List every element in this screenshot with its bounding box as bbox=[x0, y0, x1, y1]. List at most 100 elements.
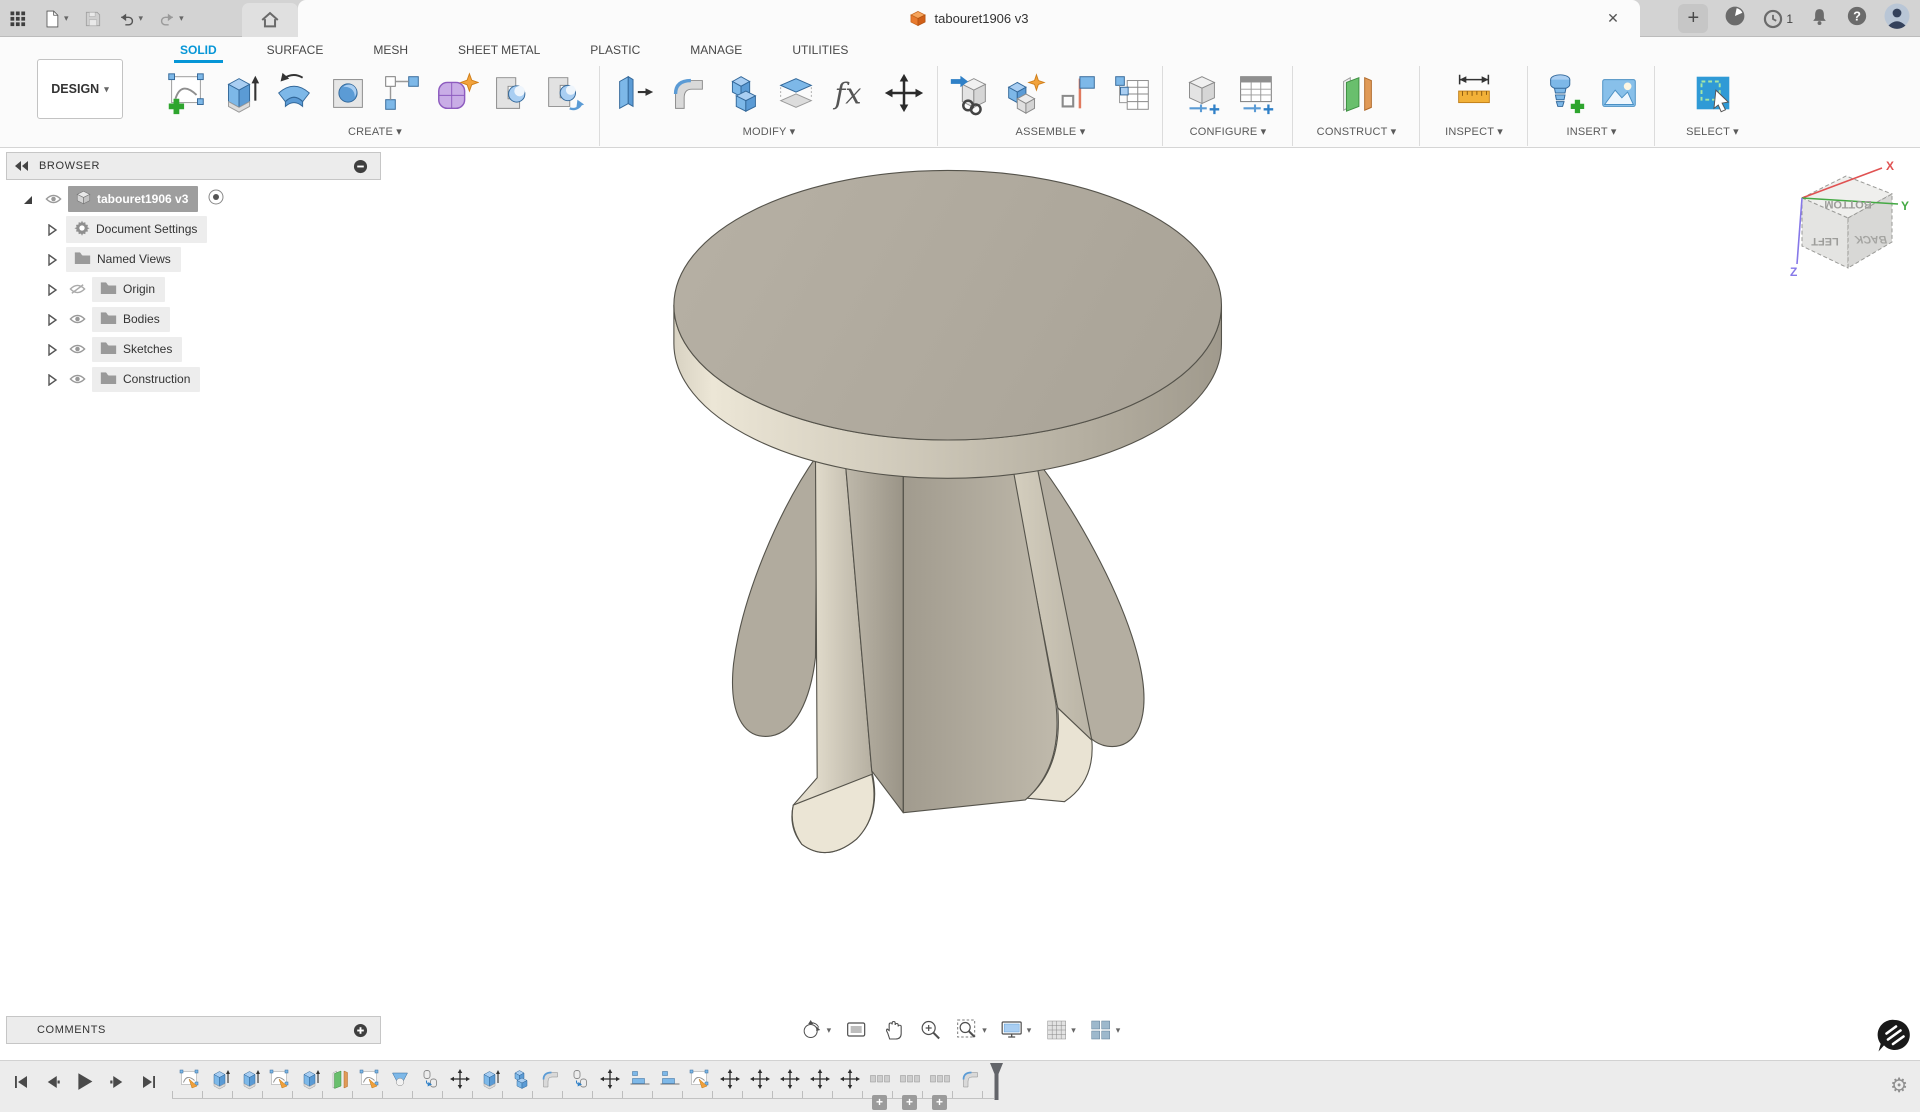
rectangular-pattern-icon[interactable] bbox=[375, 66, 429, 120]
timeline-feature-move-icon[interactable] bbox=[448, 1067, 472, 1091]
timeline-feature-move-icon[interactable] bbox=[838, 1067, 862, 1091]
bom-table-icon[interactable] bbox=[1105, 66, 1159, 120]
eye-visible-icon[interactable] bbox=[66, 373, 88, 385]
group-label-construct[interactable]: CONSTRUCT ▾ bbox=[1293, 125, 1420, 138]
step-back-button[interactable] bbox=[42, 1071, 63, 1092]
timeline-feature-align-icon[interactable] bbox=[628, 1067, 652, 1091]
timeline-feature-sketch-icon[interactable] bbox=[688, 1067, 712, 1091]
change-parameters-icon[interactable]: fx bbox=[823, 66, 877, 120]
group-label-insert[interactable]: INSERT ▾ bbox=[1528, 125, 1655, 138]
browser-item-root[interactable]: tabouret1906 v3 bbox=[6, 184, 381, 214]
undo-button[interactable]: ▾ bbox=[117, 9, 144, 29]
tab-plastic[interactable]: PLASTIC bbox=[588, 39, 642, 61]
pan-icon[interactable] bbox=[879, 1016, 907, 1044]
browser-item-bodies[interactable]: Bodies bbox=[6, 304, 381, 334]
create-form-icon[interactable] bbox=[429, 66, 483, 120]
offset-face-icon[interactable] bbox=[769, 66, 823, 120]
timeline-feature-extrude-icon[interactable] bbox=[208, 1067, 232, 1091]
eye-visible-icon[interactable] bbox=[42, 193, 64, 205]
browser-panel-header[interactable]: BROWSER bbox=[6, 152, 381, 180]
expand-arrow-icon[interactable] bbox=[46, 283, 58, 295]
timeline-feature-copy-icon[interactable] bbox=[418, 1067, 442, 1091]
group-label-assemble[interactable]: ASSEMBLE ▾ bbox=[938, 125, 1163, 138]
look-at-icon[interactable] bbox=[842, 1016, 870, 1044]
browser-options-icon[interactable] bbox=[353, 159, 368, 174]
timeline-feature-align-icon[interactable] bbox=[658, 1067, 682, 1091]
timeline-feature-extrude-icon[interactable] bbox=[298, 1067, 322, 1091]
display-settings-icon[interactable]: ▾ bbox=[998, 1016, 1034, 1044]
group-label-modify[interactable]: MODIFY ▾ bbox=[600, 125, 938, 138]
eye-hidden-icon[interactable] bbox=[66, 283, 88, 295]
timeline-playhead[interactable] bbox=[988, 1062, 1006, 1106]
tab-solid[interactable]: SOLID bbox=[178, 39, 219, 61]
browser-item-document-settings[interactable]: Document Settings bbox=[6, 214, 381, 244]
timeline-feature-loft-icon[interactable] bbox=[388, 1067, 412, 1091]
expand-arrow-icon[interactable] bbox=[46, 253, 58, 265]
comments-panel-header[interactable]: COMMENTS bbox=[6, 1016, 381, 1044]
save-button[interactable] bbox=[83, 9, 103, 29]
browser-item-construction[interactable]: Construction bbox=[6, 364, 381, 394]
create-sketch-icon[interactable] bbox=[159, 66, 213, 120]
extensions-icon[interactable] bbox=[1724, 5, 1746, 32]
move-copy-icon[interactable] bbox=[877, 66, 931, 120]
help-icon[interactable]: ? bbox=[1846, 5, 1868, 32]
eye-visible-icon[interactable] bbox=[66, 313, 88, 325]
step-forward-button[interactable] bbox=[106, 1071, 127, 1092]
new-tab-button[interactable]: + bbox=[1678, 4, 1708, 33]
configuration-table-icon[interactable] bbox=[1228, 66, 1282, 120]
browser-item-origin[interactable]: Origin bbox=[6, 274, 381, 304]
viewport-canvas[interactable]: BOTTOM LEFT BACK X Y Z BROWSER tabouret1… bbox=[0, 148, 1920, 1060]
timeline-feature-copy-icon[interactable] bbox=[568, 1067, 592, 1091]
fit-icon[interactable]: ▾ bbox=[953, 1016, 989, 1044]
file-menu-button[interactable]: ▾ bbox=[42, 9, 69, 29]
expand-arrow-icon[interactable] bbox=[46, 313, 58, 325]
expand-arrow-icon[interactable] bbox=[22, 193, 34, 205]
add-comment-icon[interactable] bbox=[353, 1023, 368, 1038]
expand-group-button[interactable]: + bbox=[872, 1095, 887, 1110]
extrude-icon[interactable] bbox=[213, 66, 267, 120]
browser-item-named-views[interactable]: Named Views bbox=[6, 244, 381, 274]
select-icon[interactable] bbox=[1686, 66, 1740, 120]
viewcube[interactable]: BOTTOM LEFT BACK X Y Z bbox=[1782, 158, 1912, 280]
go-to-end-button[interactable] bbox=[138, 1071, 159, 1092]
group-label-inspect[interactable]: INSPECT ▾ bbox=[1420, 125, 1528, 138]
timeline-feature-sketch-icon[interactable] bbox=[358, 1067, 382, 1091]
activate-component-radio[interactable] bbox=[208, 189, 224, 210]
notifications-bell-icon[interactable] bbox=[1809, 6, 1830, 32]
new-component-icon[interactable] bbox=[997, 66, 1051, 120]
redo-button[interactable]: ▾ bbox=[157, 9, 184, 29]
expand-group-button[interactable]: + bbox=[902, 1095, 917, 1110]
tab-mesh[interactable]: MESH bbox=[371, 39, 410, 61]
tab-utilities[interactable]: UTILITIES bbox=[790, 39, 850, 61]
timeline-feature-sketch-icon[interactable] bbox=[178, 1067, 202, 1091]
expand-arrow-icon[interactable] bbox=[46, 223, 58, 235]
document-tab[interactable]: tabouret1906 v3 ✕ bbox=[298, 0, 1640, 37]
hole-icon[interactable] bbox=[321, 66, 375, 120]
grid-settings-icon[interactable]: ▾ bbox=[1042, 1016, 1078, 1044]
tab-sheet-metal[interactable]: SHEET METAL bbox=[456, 39, 542, 61]
timeline-settings-gear-icon[interactable]: ⚙ bbox=[1890, 1073, 1908, 1098]
tab-manage[interactable]: MANAGE bbox=[688, 39, 744, 61]
create-base-feature-icon[interactable] bbox=[483, 66, 537, 120]
expand-group-button[interactable]: + bbox=[932, 1095, 947, 1110]
press-pull-icon[interactable] bbox=[607, 66, 661, 120]
timeline-feature-group-icon[interactable] bbox=[928, 1067, 952, 1091]
timeline-feature-move-icon[interactable] bbox=[598, 1067, 622, 1091]
app-grid-button[interactable] bbox=[8, 9, 28, 29]
revolve-icon[interactable] bbox=[267, 66, 321, 120]
stool-model[interactable] bbox=[560, 150, 1320, 1020]
close-tab-icon[interactable]: ✕ bbox=[1604, 9, 1622, 27]
fillet-icon[interactable] bbox=[661, 66, 715, 120]
create-derive-icon[interactable] bbox=[537, 66, 591, 120]
timeline-feature-move-icon[interactable] bbox=[778, 1067, 802, 1091]
job-status-button[interactable]: 1 bbox=[1762, 8, 1793, 30]
home-tab[interactable] bbox=[242, 3, 298, 37]
orbit-icon[interactable]: ▾ bbox=[798, 1016, 834, 1044]
workspace-switcher[interactable]: DESIGN ▾ bbox=[37, 59, 123, 119]
timeline-feature-move-icon[interactable] bbox=[718, 1067, 742, 1091]
combine-icon[interactable] bbox=[715, 66, 769, 120]
insert-component-icon[interactable] bbox=[943, 66, 997, 120]
viewports-icon[interactable]: ▾ bbox=[1087, 1016, 1123, 1044]
timeline-track[interactable] bbox=[172, 1091, 994, 1099]
eye-visible-icon[interactable] bbox=[66, 343, 88, 355]
